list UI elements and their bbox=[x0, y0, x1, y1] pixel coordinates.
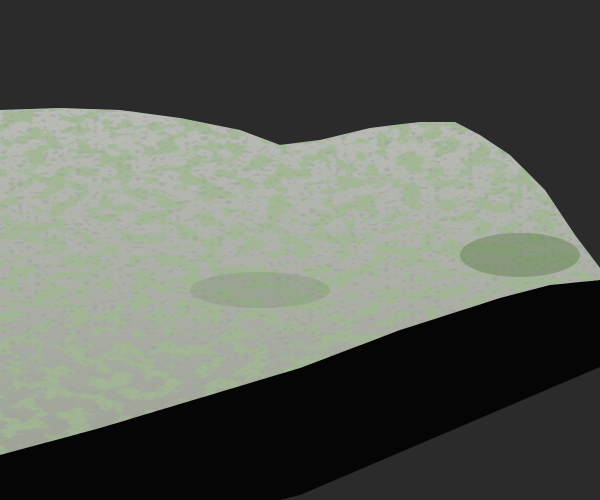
meadow-patch bbox=[190, 272, 330, 308]
terrain-svg bbox=[0, 108, 600, 500]
meadow-patch bbox=[460, 233, 580, 277]
viewport[interactable] bbox=[0, 0, 600, 500]
